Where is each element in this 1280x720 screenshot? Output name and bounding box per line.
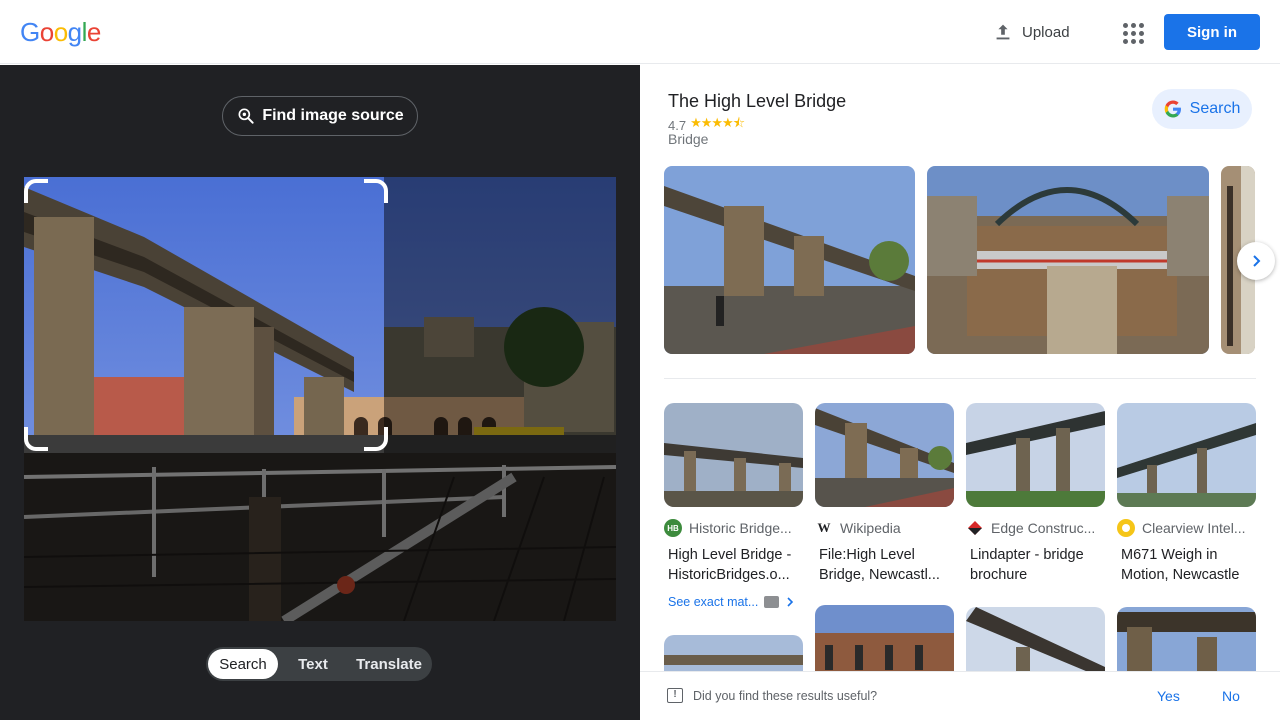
- entity-type: Bridge: [668, 131, 709, 147]
- result-title-line: brochure: [970, 567, 1028, 583]
- result-title-line: M671 Weigh in: [1121, 547, 1218, 563]
- chevron-right-icon: [787, 597, 794, 607]
- google-logo[interactable]: Google: [20, 17, 101, 48]
- result-source: W Wikipedia: [815, 519, 954, 537]
- results-panel: The High Level Bridge 4.7 ★★★★⯪ Bridge S…: [640, 65, 1280, 720]
- top-bar: Google Upload Sign in: [0, 0, 1280, 64]
- apps-grid-icon[interactable]: [1118, 18, 1146, 46]
- google-search-label: Search: [1189, 100, 1241, 117]
- result-thumbnail[interactable]: [664, 403, 803, 507]
- result-source: HB Historic Bridge...: [664, 519, 803, 537]
- crop-handle-bottom-right[interactable]: [364, 427, 388, 451]
- crop-handle-bottom-left[interactable]: [24, 427, 48, 451]
- result-source-name: Wikipedia: [840, 520, 901, 536]
- result-card[interactable]: HB Historic Bridge... High Level Bridge …: [664, 403, 803, 609]
- result-source-name: Historic Bridge...: [689, 520, 792, 536]
- result-title-line: Motion, Newcastle: [1121, 567, 1240, 583]
- logo-letter: g: [67, 17, 82, 47]
- google-g-icon: [1164, 100, 1181, 118]
- entity-title[interactable]: The High Level Bridge: [668, 91, 846, 112]
- result-title-line: Lindapter - bridge: [970, 547, 1084, 563]
- feedback-no-button[interactable]: No: [1222, 688, 1240, 704]
- logo-letter: o: [53, 17, 68, 47]
- see-exact-matches-link[interactable]: See exact mat...: [664, 595, 803, 609]
- result-title[interactable]: M671 Weigh in Motion, Newcastle: [1117, 545, 1256, 585]
- crop-dim-right: [384, 177, 616, 453]
- exact-match-thumbnail-icon: [764, 596, 780, 608]
- result-card[interactable]: Edge Construc... Lindapter - bridge broc…: [966, 403, 1105, 585]
- logo-letter: e: [86, 17, 101, 47]
- mode-translate-tab[interactable]: Translate: [348, 649, 430, 679]
- carousel-next-button[interactable]: [1237, 242, 1275, 280]
- upload-button[interactable]: Upload: [992, 20, 1070, 44]
- result-card[interactable]: Clearview Intel... M671 Weigh in Motion,…: [1117, 403, 1256, 585]
- upload-label: Upload: [1022, 23, 1070, 41]
- feedback-question: Did you find these results useful?: [693, 689, 878, 703]
- sign-in-button[interactable]: Sign in: [1164, 14, 1260, 50]
- result-source-name: Clearview Intel...: [1142, 520, 1246, 536]
- lens-search-icon: [238, 108, 254, 124]
- result-thumbnail[interactable]: [966, 403, 1105, 507]
- wikipedia-icon: W: [815, 519, 833, 537]
- result-card[interactable]: W Wikipedia File:High Level Bridge, Newc…: [815, 403, 954, 585]
- result-title[interactable]: Lindapter - bridge brochure: [966, 545, 1105, 585]
- clearview-icon: [1117, 519, 1135, 537]
- crop-handle-top-left[interactable]: [24, 179, 48, 203]
- mode-text-tab[interactable]: Text: [278, 649, 348, 679]
- find-image-source-label: Find image source: [262, 107, 404, 124]
- result-source: Edge Construc...: [966, 519, 1105, 537]
- result-title-line: High Level Bridge -: [668, 547, 792, 563]
- feedback-yes-button[interactable]: Yes: [1157, 688, 1180, 704]
- edge-construction-icon: [966, 519, 984, 537]
- result-title-line: Bridge, Newcastl...: [819, 567, 940, 583]
- feedback-icon: !: [667, 688, 683, 703]
- crop-dim-bottom: [24, 453, 616, 621]
- result-source: Clearview Intel...: [1117, 519, 1256, 537]
- result-title-line: File:High Level: [819, 547, 915, 563]
- mode-search-tab[interactable]: Search: [208, 649, 278, 679]
- entity-image-1[interactable]: [664, 166, 915, 354]
- image-query-panel: Find image source Search Text Translate: [0, 65, 640, 720]
- divider: [664, 378, 1256, 379]
- logo-letter: o: [39, 17, 54, 47]
- crop-handle-top-right[interactable]: [364, 179, 388, 203]
- result-thumbnail[interactable]: [1117, 403, 1256, 507]
- query-image[interactable]: [24, 177, 616, 621]
- upload-icon: [996, 24, 1010, 40]
- result-source-name: Edge Construc...: [991, 520, 1096, 536]
- exact-matches-label: See exact mat...: [668, 595, 759, 609]
- historic-bridges-icon: HB: [664, 519, 682, 537]
- entity-image-2[interactable]: [927, 166, 1209, 354]
- result-title[interactable]: High Level Bridge - HistoricBridges.o...: [664, 545, 803, 585]
- mode-switcher: Search Text Translate: [206, 647, 432, 681]
- result-title-line: HistoricBridges.o...: [668, 567, 790, 583]
- google-search-button[interactable]: Search: [1152, 89, 1252, 129]
- feedback-bar: ! Did you find these results useful? Yes…: [640, 671, 1280, 720]
- logo-letter: G: [20, 17, 40, 47]
- result-thumbnail[interactable]: [815, 403, 954, 507]
- result-title[interactable]: File:High Level Bridge, Newcastl...: [815, 545, 954, 585]
- find-image-source-button[interactable]: Find image source: [222, 96, 418, 136]
- chevron-right-icon: [1253, 255, 1261, 267]
